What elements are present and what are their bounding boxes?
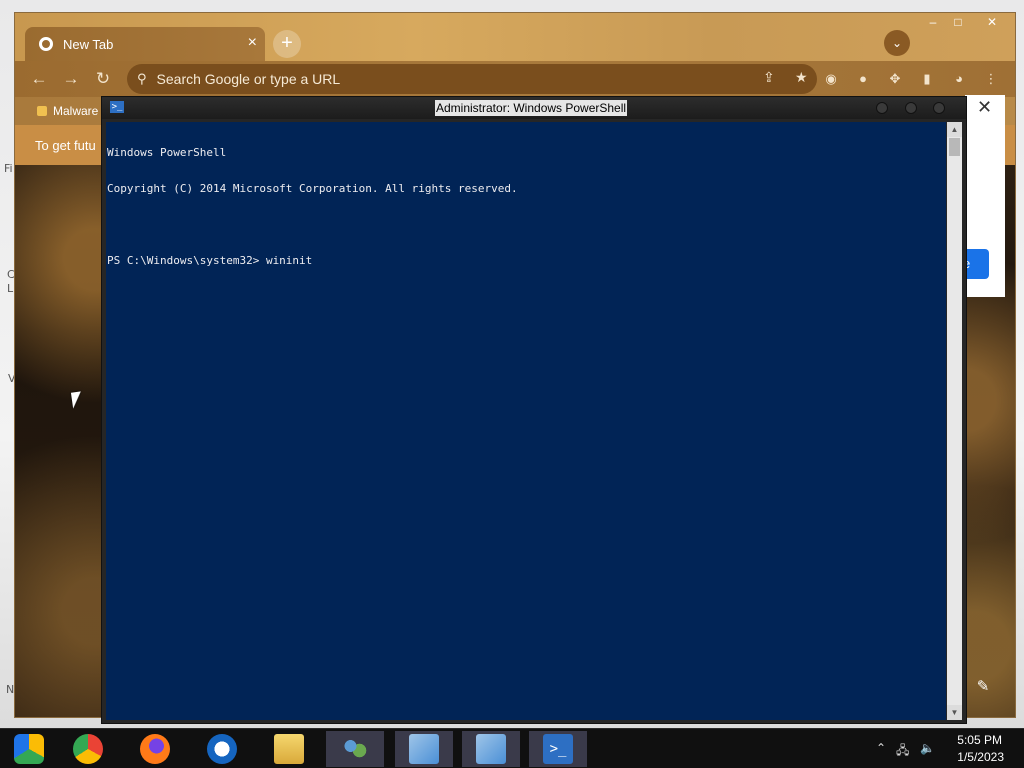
tab-search-button[interactable]: ⌄: [884, 30, 910, 56]
file-explorer-icon: [274, 734, 304, 764]
tab-label: New Tab: [63, 36, 114, 52]
customize-pencil-icon[interactable]: ✎: [972, 677, 994, 699]
bookmark-icon: [37, 106, 47, 116]
ps-maximize-button[interactable]: [905, 102, 917, 114]
dialog-close-icon[interactable]: ✕: [977, 97, 992, 118]
reload-icon[interactable]: ↻: [91, 67, 115, 91]
console-output: Windows PowerShell Copyright (C) 2014 Mi…: [107, 123, 518, 291]
maximize-button[interactable]: □: [945, 13, 971, 31]
bookmark-malware[interactable]: Malware: [37, 104, 98, 118]
show-hidden-icons-chevron-icon[interactable]: ⌃: [876, 741, 886, 755]
scroll-down-icon[interactable]: ▼: [947, 705, 962, 720]
network-icon[interactable]: 🖧: [896, 741, 909, 762]
side-panel-icon[interactable]: ▮: [917, 69, 937, 89]
taskbar-installer[interactable]: [395, 731, 453, 767]
scroll-up-icon[interactable]: ▲: [947, 122, 962, 137]
browser-toolbar: ← → ↻ ⚲ Search Google or type a URL ⇪ ★ …: [15, 61, 1015, 97]
tab-new-tab[interactable]: New Tab ×: [25, 27, 265, 61]
minimize-button[interactable]: –: [920, 13, 946, 31]
powershell-window: >_ Administrator: Windows PowerShell Win…: [101, 96, 967, 724]
chrome-icon: [39, 37, 53, 51]
taskbar-opera[interactable]: [193, 731, 251, 767]
installer-icon-2: [476, 734, 506, 764]
console-line: Copyright (C) 2014 Microsoft Corporation…: [107, 182, 518, 195]
omnibox-placeholder: Search Google or type a URL: [156, 71, 341, 87]
taskbar-installer-2[interactable]: [462, 731, 520, 767]
network-people-icon: [340, 734, 370, 764]
powershell-title: Administrator: Windows PowerShell: [435, 100, 628, 116]
clock-date[interactable]: 1/5/2023: [957, 750, 1004, 764]
taskbar-firefox[interactable]: [126, 731, 184, 767]
ps-close-button[interactable]: [933, 102, 945, 114]
taskbar-chrome-canary[interactable]: [0, 731, 58, 767]
extension-flag-icon[interactable]: ◉: [821, 69, 841, 89]
clock-time[interactable]: 5:05 PM: [957, 733, 1002, 747]
taskbar-chrome[interactable]: [59, 731, 117, 767]
taskbar: >_ ⌃ 🖧 🔈 5:05 PM 1/5/2023: [0, 728, 1024, 768]
chrome-canary-icon: [14, 734, 44, 764]
opera-icon: [207, 734, 237, 764]
powershell-icon: >_: [543, 734, 573, 764]
bookmark-label: Malware: [53, 104, 99, 118]
console-line: Windows PowerShell: [107, 146, 227, 159]
extension-avatar-icon[interactable]: ●: [853, 69, 873, 89]
ps-minimize-button[interactable]: [876, 102, 888, 114]
chrome-titlebar: New Tab × + ⌄ – □ ✕: [15, 13, 1015, 61]
back-icon[interactable]: ←: [27, 67, 51, 91]
chrome-icon: [73, 734, 103, 764]
powershell-console[interactable]: Windows PowerShell Copyright (C) 2014 Mi…: [106, 122, 946, 720]
search-icon: ⚲: [137, 71, 147, 86]
system-tray: ⌃ 🖧 🔈 5:05 PM 1/5/2023: [864, 729, 1024, 768]
tab-close-icon[interactable]: ×: [248, 34, 257, 52]
desktop-fragment: N: [6, 683, 15, 696]
scroll-thumb[interactable]: [949, 138, 960, 156]
firefox-icon: [140, 734, 170, 764]
omnibox[interactable]: ⚲ Search Google or type a URL ⇪ ★: [127, 64, 817, 94]
volume-icon[interactable]: 🔈: [920, 741, 935, 755]
taskbar-powershell[interactable]: >_: [529, 731, 587, 767]
bookmark-star-icon[interactable]: ★: [795, 69, 808, 86]
forward-icon[interactable]: →: [59, 67, 83, 91]
installer-icon: [409, 734, 439, 764]
share-icon[interactable]: ⇪: [763, 69, 775, 86]
extensions-puzzle-icon[interactable]: ✥: [885, 69, 905, 89]
console-prompt-line: PS C:\Windows\system32> wininit: [107, 254, 313, 267]
desktop-fragment: Fi: [4, 162, 13, 175]
profile-icon[interactable]: ◕: [949, 69, 969, 89]
new-tab-button[interactable]: +: [273, 30, 301, 58]
close-button[interactable]: ✕: [979, 13, 1005, 31]
vertical-scrollbar[interactable]: ▲ ▼: [947, 122, 962, 720]
desktop-fragment: L: [7, 282, 14, 295]
menu-kebab-icon[interactable]: ⋮: [981, 69, 1001, 89]
taskbar-network-people[interactable]: [326, 731, 384, 767]
powershell-titlebar[interactable]: >_ Administrator: Windows PowerShell: [102, 97, 966, 119]
powershell-icon: >_: [110, 101, 124, 113]
taskbar-file-explorer[interactable]: [260, 731, 318, 767]
mouse-cursor-icon: [70, 391, 84, 409]
info-banner-text: To get futu: [35, 138, 96, 153]
